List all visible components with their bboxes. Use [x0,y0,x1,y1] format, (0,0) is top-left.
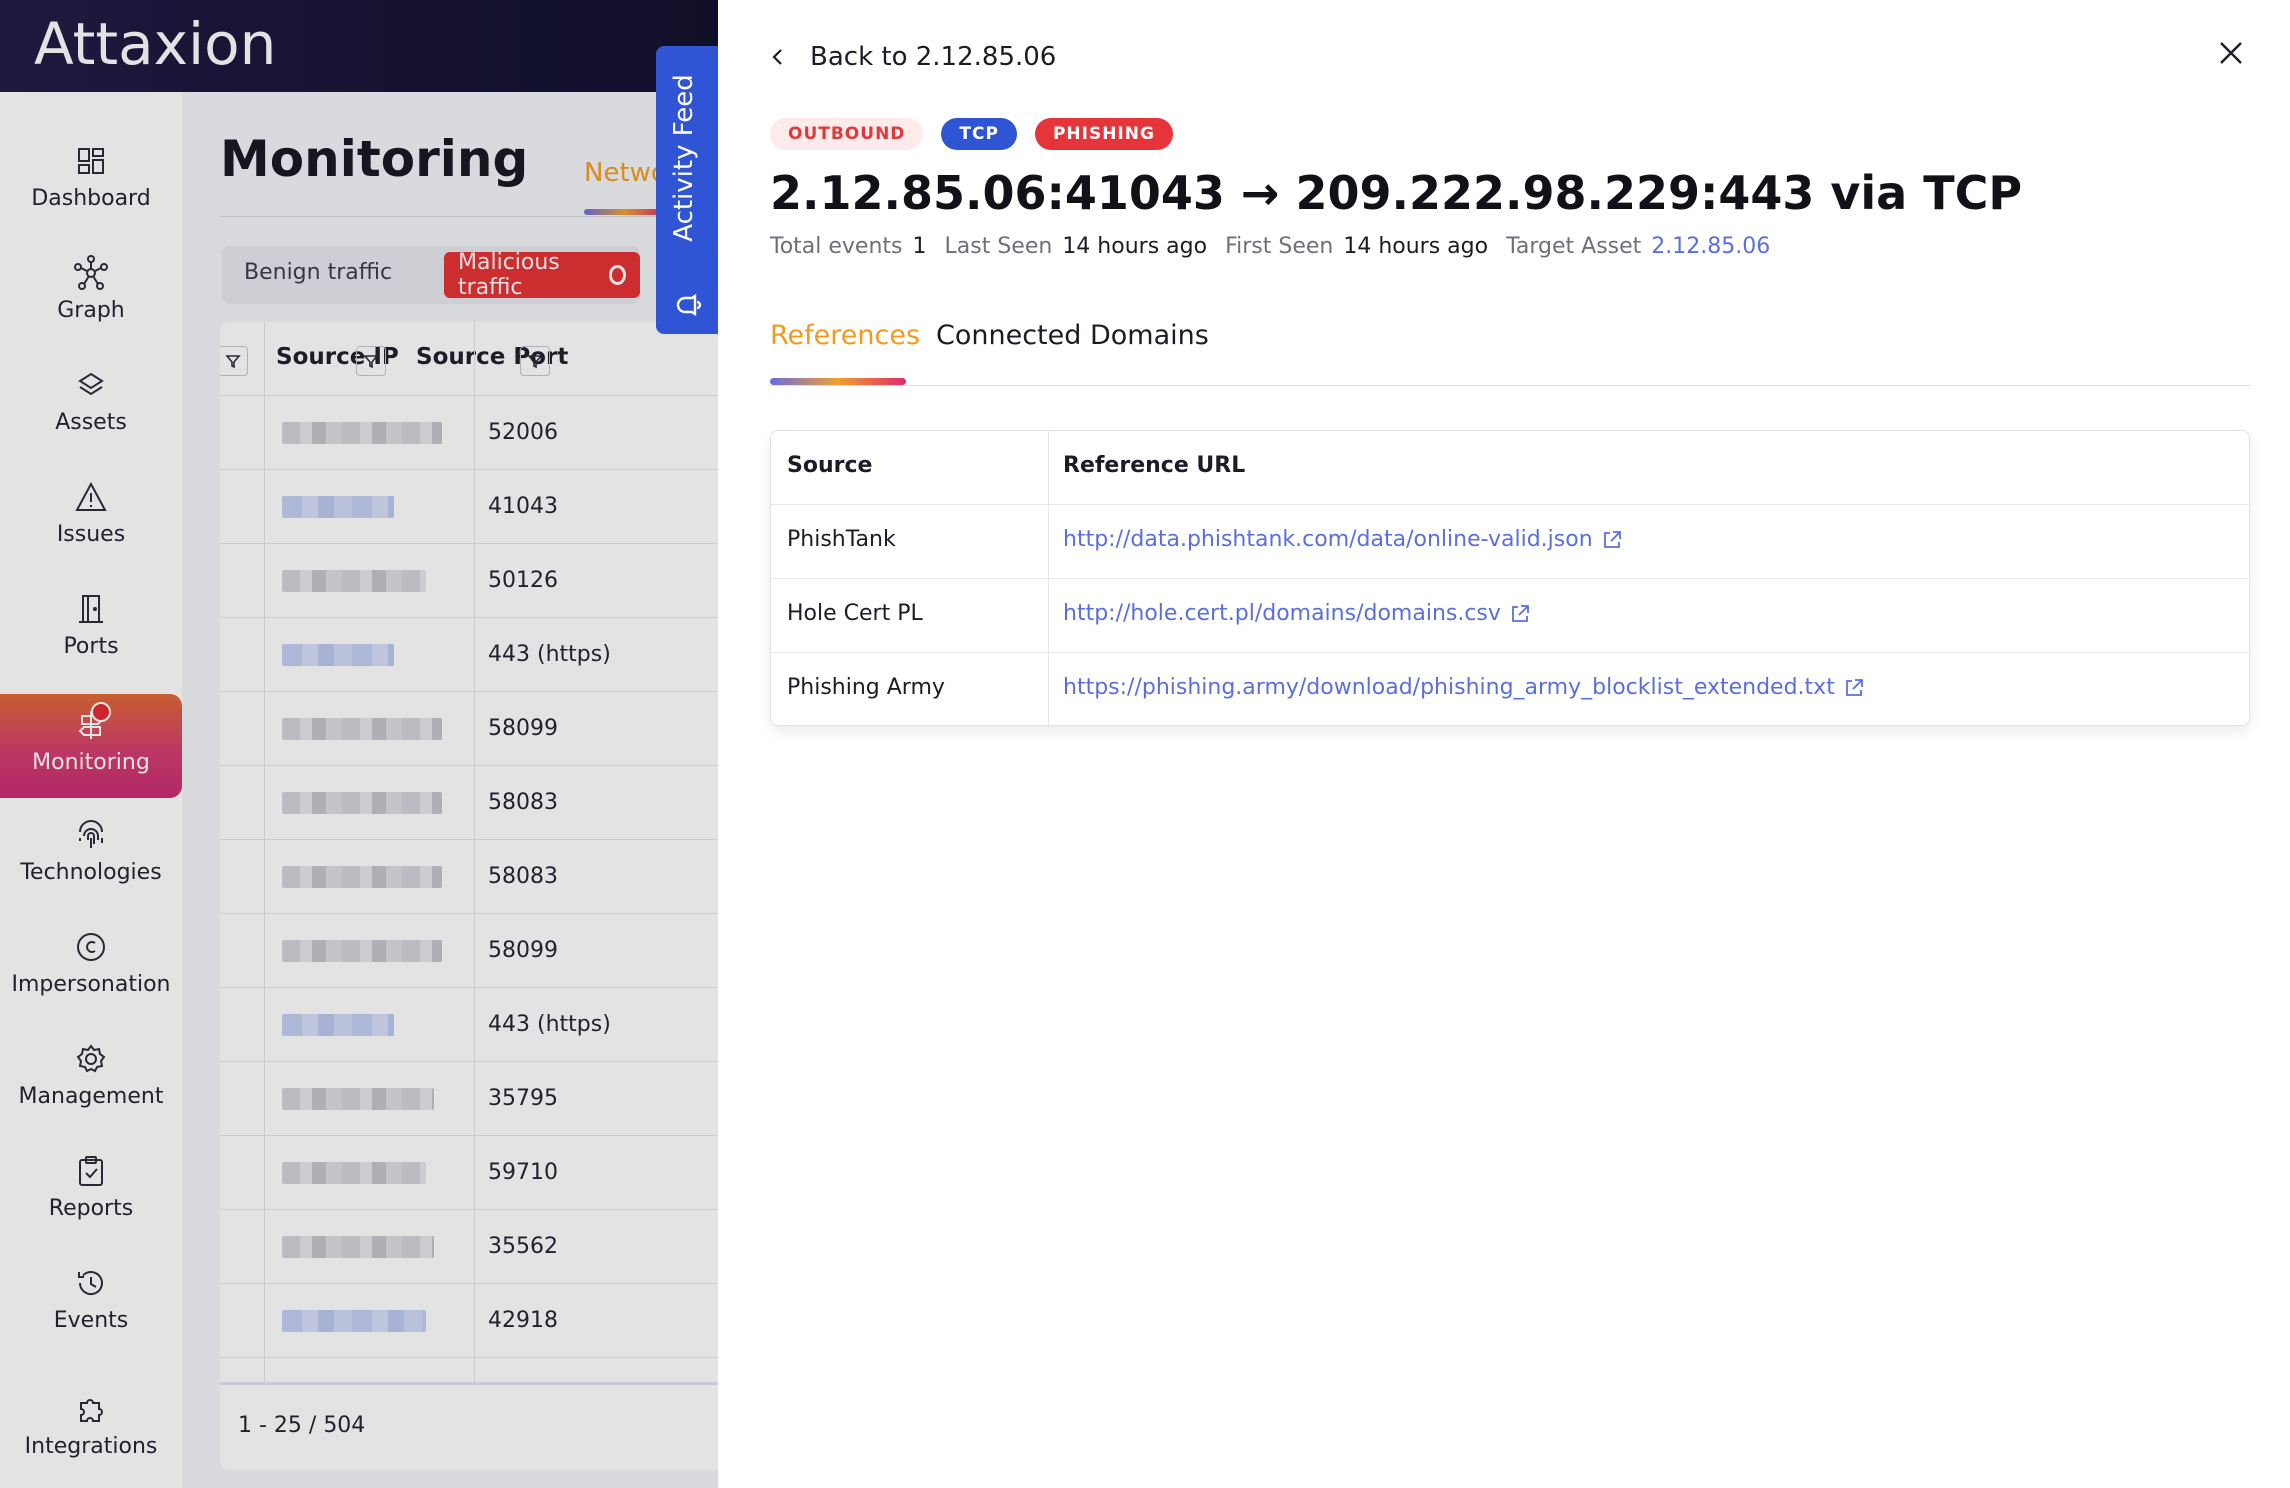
table-row: Hole Cert PL http://hole.cert.pl/domains… [771,579,2249,653]
source-header: Source [787,453,873,478]
chevron-left-icon [772,49,782,65]
close-icon[interactable] [2216,38,2246,68]
activity-feed-label: Activity Feed [669,74,699,242]
reference-source: PhishTank [787,527,896,552]
connection-title: 2.12.85.06:41043 → 209.222.98.229:443 vi… [770,166,2023,220]
outbound-badge: OUTBOUND [770,118,924,150]
back-link[interactable]: Back to 2.12.85.06 [768,42,1056,72]
app-background: Attaxion Dashboard Graph Assets Issues P… [0,0,718,1488]
reference-url-link[interactable]: https://phishing.army/download/phishing_… [1063,675,1865,700]
references-table: Source Reference URL PhishTank http://da… [770,430,2250,726]
connection-detail-drawer: Back to 2.12.85.06 OUTBOUND TCP PHISHING… [718,0,2290,1488]
target-asset-label: Target Asset [1506,234,1642,259]
overlay-dim[interactable] [0,0,718,1488]
drawer-tabs: References Connected Domains [770,320,2250,386]
reference-url-link[interactable]: http://hole.cert.pl/domains/domains.csv [1063,601,1531,626]
connection-meta: Total events 1 Last Seen 14 hours ago Fi… [770,234,1770,259]
first-seen-value: 14 hours ago [1343,234,1489,259]
badge-row: OUTBOUND TCP PHISHING [770,118,1173,150]
back-label: Back to 2.12.85.06 [810,42,1057,72]
reference-url: http://data.phishtank.com/data/online-va… [1063,527,1593,552]
external-link-icon [1845,678,1863,696]
reference-source: Hole Cert PL [787,601,923,626]
table-row: PhishTank http://data.phishtank.com/data… [771,505,2249,579]
tcp-badge: TCP [941,118,1017,150]
bell-icon [676,293,702,317]
total-events-label: Total events [770,234,903,259]
reference-url-header: Reference URL [1063,453,1246,478]
reference-source: Phishing Army [787,675,945,700]
tab-references[interactable]: References [770,320,920,351]
first-seen-label: First Seen [1225,234,1334,259]
tab-connected-domains[interactable]: Connected Domains [936,320,1209,351]
target-asset-link[interactable]: 2.12.85.06 [1651,234,1770,259]
table-row: Phishing Army https://phishing.army/down… [771,653,2249,725]
last-seen-label: Last Seen [944,234,1053,259]
reference-url-link[interactable]: http://data.phishtank.com/data/online-va… [1063,527,1623,552]
reference-url: https://phishing.army/download/phishing_… [1063,675,1835,700]
reference-url: http://hole.cert.pl/domains/domains.csv [1063,601,1501,626]
total-events-value: 1 [912,234,927,259]
activity-feed-tab[interactable]: Activity Feed [656,46,718,334]
external-link-icon [1603,530,1621,548]
active-tab-indicator [770,378,906,385]
external-link-icon [1512,604,1529,622]
table-header: Source Reference URL [771,431,2249,505]
phishing-badge: PHISHING [1034,118,1173,150]
last-seen-value: 14 hours ago [1062,234,1208,259]
